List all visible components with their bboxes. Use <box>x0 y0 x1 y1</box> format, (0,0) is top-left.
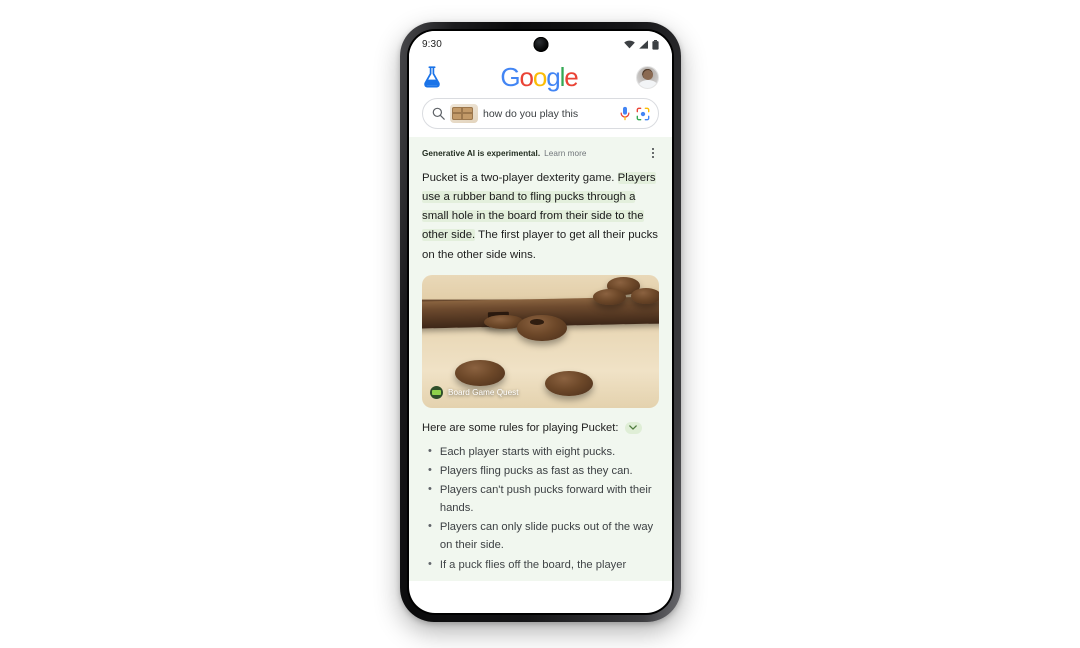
logo-letter: e <box>564 62 579 92</box>
ai-overview-media-container: Board Game Quest <box>409 265 672 408</box>
list-item-text: Players can only slide pucks out of the … <box>439 521 654 552</box>
battery-icon <box>652 39 659 50</box>
list-item-text: Players fling pucks as fast as they can. <box>439 464 633 477</box>
learn-more-link[interactable]: Learn more <box>544 149 586 158</box>
screenshot-canvas: 9:30 Google how do you play this Generat… <box>0 0 1080 648</box>
front-camera-punch-hole <box>533 37 548 52</box>
board-game-thumbnail[interactable] <box>450 104 478 123</box>
bullet-icon: • <box>428 557 432 570</box>
image-source-name: Board Game Quest <box>448 387 519 397</box>
rules-heading: Here are some rules for playing Pucket: <box>422 421 659 434</box>
logo-letter: g <box>546 62 561 92</box>
list-item-text: Players can't push pucks forward with th… <box>439 484 652 515</box>
list-item: • Each player starts with eight pucks. <box>422 443 659 461</box>
search-bar[interactable]: how do you play this <box>422 98 659 129</box>
wifi-icon <box>624 40 635 49</box>
paragraph-lead: Pucket is a two-player dexterity game. <box>422 172 615 184</box>
rules-heading-text: Here are some rules for playing Pucket: <box>422 421 619 434</box>
status-bar-icons <box>624 39 659 50</box>
pucket-board-image[interactable]: Board Game Quest <box>422 274 659 408</box>
rules-list: • Each player starts with eight pucks. • P… <box>422 443 659 574</box>
ai-disclaimer-text: Generative AI is experimental. <box>422 148 541 158</box>
search-bar-container: how do you play this <box>409 96 672 137</box>
phone-screen: 9:30 Google how do you play this Generat… <box>409 31 672 613</box>
bullet-icon: • <box>428 483 432 496</box>
list-item: • If a puck flies off the board, the play… <box>422 556 659 574</box>
search-input[interactable]: how do you play this <box>483 108 614 120</box>
list-item: • Players fling pucks as fast as they can… <box>422 462 659 480</box>
flask-icon[interactable] <box>422 66 442 88</box>
phone-bezel: 9:30 Google how do you play this Generat… <box>407 29 674 615</box>
phone-device: 9:30 Google how do you play this Generat… <box>400 22 681 622</box>
list-item-text: Each player starts with eight pucks. <box>439 445 616 458</box>
logo-letter: o <box>532 62 548 92</box>
ai-disclaimer: Generative AI is experimental. Learn more <box>422 149 587 158</box>
google-lens-icon[interactable] <box>636 107 650 121</box>
bullet-icon: • <box>428 463 432 476</box>
ai-overview-header: Generative AI is experimental. Learn more <box>409 137 672 167</box>
overflow-menu-icon[interactable] <box>646 145 659 161</box>
list-item: • Players can only slide pucks out of the… <box>422 518 659 554</box>
google-logo: Google <box>500 62 579 92</box>
chevron-down-icon[interactable] <box>624 421 642 434</box>
puck <box>455 359 505 387</box>
logo-letter: o <box>519 62 534 92</box>
logo-letter: G <box>500 62 520 92</box>
puck <box>630 288 659 305</box>
signal-icon <box>639 40 648 49</box>
bullet-icon: • <box>428 444 432 457</box>
account-avatar[interactable] <box>636 65 659 89</box>
puck <box>545 370 593 396</box>
ai-overview-card: Generative AI is experimental. Learn more… <box>409 137 672 581</box>
microphone-icon[interactable] <box>619 106 631 121</box>
status-bar: 9:30 <box>409 31 672 58</box>
ai-overview-paragraph: Pucket is a two-player dexterity game. P… <box>409 167 672 265</box>
magnifier-icon <box>432 107 445 120</box>
image-attribution[interactable]: Board Game Quest <box>430 385 519 399</box>
board-game-quest-logo <box>430 385 443 399</box>
status-bar-clock: 9:30 <box>422 39 442 50</box>
rules-section: Here are some rules for playing Pucket: … <box>409 408 672 574</box>
puck <box>516 314 567 342</box>
list-item-text: If a puck flies off the board, the playe… <box>439 558 627 571</box>
bullet-icon: • <box>428 520 432 533</box>
list-item: • Players can't push pucks forward with t… <box>422 481 659 517</box>
google-app-header: Google <box>409 58 672 96</box>
